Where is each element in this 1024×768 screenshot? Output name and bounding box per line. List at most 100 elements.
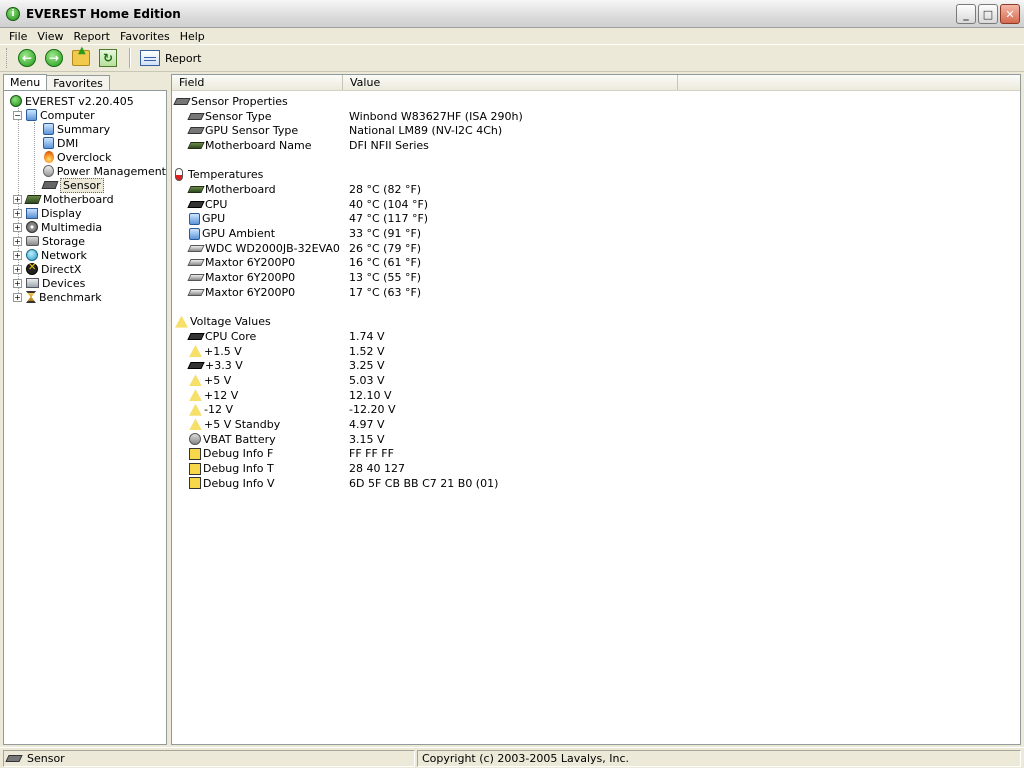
tree-item-directx[interactable]: + DirectX bbox=[4, 262, 166, 276]
menu-tree[interactable]: EVEREST v2.20.405 − Computer Summary DMI… bbox=[3, 90, 167, 745]
refresh-button[interactable]: ↻ bbox=[96, 46, 120, 70]
hourglass-icon bbox=[26, 291, 36, 303]
table-row[interactable]: Debug Info F FF FF FF bbox=[172, 447, 1020, 462]
field-cell: GPU Ambient bbox=[202, 227, 276, 241]
table-row[interactable]: Sensor Type Winbond W83627HF (ISA 290h) bbox=[172, 109, 1020, 124]
column-header-field[interactable]: Field bbox=[172, 75, 343, 90]
expand-icon[interactable]: + bbox=[13, 250, 22, 260]
value-cell: DFI NFII Series bbox=[349, 138, 429, 152]
section-header-temperatures[interactable]: Temperatures bbox=[172, 167, 1020, 182]
up-button[interactable] bbox=[69, 45, 93, 70]
table-row[interactable]: GPU 47 °C (117 °F) bbox=[172, 212, 1020, 227]
menu-help[interactable]: Help bbox=[175, 30, 210, 43]
expand-icon[interactable]: + bbox=[13, 194, 22, 204]
tree-item-power-management[interactable]: Power Management bbox=[4, 164, 166, 178]
table-row[interactable]: +1.5 V 1.52 V bbox=[172, 344, 1020, 359]
table-row[interactable]: CPU 40 °C (104 °F) bbox=[172, 197, 1020, 212]
table-row[interactable]: Debug Info V 6D 5F CB BB C7 21 B0 (01) bbox=[172, 476, 1020, 491]
hdd-icon bbox=[187, 244, 205, 252]
tree-item-multimedia[interactable]: + Multimedia bbox=[4, 220, 166, 234]
table-row[interactable]: GPU Ambient 33 °C (91 °F) bbox=[172, 226, 1020, 241]
tree-item-display[interactable]: + Display bbox=[4, 206, 166, 220]
field-cell: WDC WD2000JB-32EVA0 bbox=[205, 241, 340, 255]
toolbar: ← → ↻ Report bbox=[0, 44, 1024, 72]
tree-item-label: Multimedia bbox=[41, 220, 103, 234]
menu-file[interactable]: File bbox=[4, 30, 32, 43]
table-row[interactable]: Maxtor 6Y200P0 13 °C (55 °F) bbox=[172, 270, 1020, 285]
tree-item-motherboard[interactable]: + Motherboard bbox=[4, 192, 166, 206]
table-row[interactable]: Maxtor 6Y200P0 16 °C (61 °F) bbox=[172, 256, 1020, 271]
expand-icon[interactable]: + bbox=[13, 208, 22, 218]
table-row[interactable]: +12 V 12.10 V bbox=[172, 388, 1020, 403]
table-row[interactable]: +5 V 5.03 V bbox=[172, 373, 1020, 388]
section-header-voltages[interactable]: Voltage Values bbox=[172, 314, 1020, 329]
status-left-text: Sensor bbox=[27, 751, 65, 765]
field-cell: CPU bbox=[205, 197, 228, 211]
menu-view[interactable]: View bbox=[32, 30, 68, 43]
tree-root[interactable]: EVEREST v2.20.405 bbox=[4, 94, 166, 108]
field-cell: +1.5 V bbox=[204, 344, 242, 358]
value-cell: Winbond W83627HF (ISA 290h) bbox=[349, 109, 523, 123]
value-cell: 1.52 V bbox=[349, 344, 385, 358]
tree-item-benchmark[interactable]: + Benchmark bbox=[4, 290, 166, 304]
tree-item-sensor[interactable]: Sensor bbox=[4, 177, 166, 193]
tree-item-network[interactable]: + Network bbox=[4, 248, 166, 262]
table-row[interactable]: WDC WD2000JB-32EVA0 26 °C (79 °F) bbox=[172, 241, 1020, 256]
expand-icon[interactable]: + bbox=[13, 278, 22, 288]
minimize-button[interactable]: _ bbox=[956, 4, 976, 24]
computer-icon bbox=[26, 109, 37, 121]
display-icon bbox=[189, 227, 200, 240]
section-title: Sensor Properties bbox=[191, 94, 288, 108]
table-row[interactable]: Motherboard Name DFI NFII Series bbox=[172, 138, 1020, 153]
collapse-icon[interactable]: − bbox=[13, 110, 22, 120]
warning-icon bbox=[189, 389, 202, 402]
back-button[interactable]: ← bbox=[15, 46, 39, 70]
tree-item-overclock[interactable]: Overclock bbox=[4, 150, 166, 164]
table-row[interactable]: +5 V Standby 4.97 V bbox=[172, 417, 1020, 432]
tree-item-computer[interactable]: − Computer bbox=[4, 108, 166, 122]
tab-menu[interactable]: Menu bbox=[3, 74, 48, 91]
close-button[interactable]: ✕ bbox=[1000, 4, 1020, 24]
field-cell: GPU Sensor Type bbox=[205, 124, 299, 138]
motherboard-icon bbox=[24, 194, 42, 204]
tab-favorites[interactable]: Favorites bbox=[46, 75, 110, 90]
maximize-button[interactable]: □ bbox=[978, 4, 998, 24]
table-row[interactable]: -12 V -12.20 V bbox=[172, 402, 1020, 417]
expand-icon[interactable]: + bbox=[13, 236, 22, 246]
table-row[interactable]: CPU Core 1.74 V bbox=[172, 329, 1020, 344]
storage-icon bbox=[26, 236, 39, 246]
menu-report[interactable]: Report bbox=[69, 30, 115, 43]
table-row[interactable]: VBAT Battery 3.15 V bbox=[172, 432, 1020, 447]
menu-favorites[interactable]: Favorites bbox=[115, 30, 175, 43]
value-cell: 47 °C (117 °F) bbox=[349, 212, 429, 226]
table-row[interactable]: Motherboard 28 °C (82 °F) bbox=[172, 182, 1020, 197]
table-row[interactable]: +3.3 V 3.25 V bbox=[172, 358, 1020, 373]
section-title: Temperatures bbox=[188, 168, 264, 182]
table-row[interactable]: Maxtor 6Y200P0 17 °C (63 °F) bbox=[172, 285, 1020, 300]
section-header-sensor-properties[interactable]: Sensor Properties bbox=[172, 94, 1020, 109]
tree-item-dmi[interactable]: DMI bbox=[4, 136, 166, 150]
forward-arrow-icon: → bbox=[45, 49, 63, 67]
table-row[interactable]: Debug Info T 28 40 127 bbox=[172, 461, 1020, 476]
sensor-icon bbox=[41, 181, 59, 189]
table-row[interactable]: GPU Sensor Type National LM89 (NV-I2C 4Ch… bbox=[172, 123, 1020, 138]
tree-item-storage[interactable]: + Storage bbox=[4, 234, 166, 248]
tree-item-devices[interactable]: + Devices bbox=[4, 276, 166, 290]
column-header-value[interactable]: Value bbox=[343, 75, 678, 90]
toolbar-grip[interactable] bbox=[6, 48, 9, 68]
report-button[interactable]: Report bbox=[137, 50, 204, 66]
battery-icon bbox=[189, 433, 201, 446]
expand-icon[interactable]: + bbox=[13, 264, 22, 274]
tree-root-label: EVEREST v2.20.405 bbox=[25, 94, 134, 108]
expand-icon[interactable]: + bbox=[13, 292, 22, 302]
field-cell: Sensor Type bbox=[205, 109, 272, 123]
field-cell: +3.3 V bbox=[205, 359, 243, 373]
forward-button[interactable]: → bbox=[42, 46, 66, 70]
hdd-icon bbox=[187, 259, 205, 267]
tree-item-summary[interactable]: Summary bbox=[4, 122, 166, 136]
section-title: Voltage Values bbox=[190, 315, 271, 329]
expand-icon[interactable]: + bbox=[13, 222, 22, 232]
field-cell: Debug Info F bbox=[203, 447, 274, 461]
warning-icon bbox=[189, 345, 202, 358]
thermometer-icon bbox=[175, 168, 183, 182]
